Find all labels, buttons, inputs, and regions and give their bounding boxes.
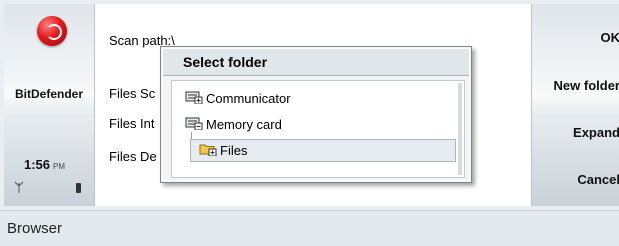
tree-item-label: Files xyxy=(220,143,247,158)
dialog-body: Select folder Communicator xyxy=(162,48,470,181)
folder-icon xyxy=(199,142,217,159)
files-infected-label: Files Int xyxy=(109,116,155,131)
status-bar: Browser xyxy=(0,210,619,246)
tree-item-label: Memory card xyxy=(206,117,282,132)
clock: 1:56PM xyxy=(24,157,65,172)
signal-icon-graphic xyxy=(14,181,24,193)
clock-ampm: PM xyxy=(53,162,65,171)
dialog-title: Select folder xyxy=(183,54,267,70)
softkey-panel: OK New folder Expand Cancel xyxy=(531,4,619,206)
drive-icon xyxy=(185,90,203,107)
tree-item-label: Communicator xyxy=(206,91,291,106)
app-panel: BitDefender 1:56PM xyxy=(4,4,95,206)
battery-icon xyxy=(76,183,81,193)
select-folder-dialog: Select folder Communicator xyxy=(160,46,472,183)
app-frame: BitDefender 1:56PM Scan path:\ Files Sc … xyxy=(0,0,619,210)
dialog-scrollbar[interactable] xyxy=(458,83,462,175)
tree-item-memory-card[interactable]: Memory card xyxy=(185,116,282,133)
files-scanned-label: Files Sc xyxy=(109,86,155,101)
cancel-button[interactable]: Cancel xyxy=(577,172,619,187)
signal-icon xyxy=(14,181,24,196)
clock-time: 1:56 xyxy=(24,157,50,172)
new-folder-button[interactable]: New folder xyxy=(554,78,619,93)
tree-item-files[interactable]: Files xyxy=(190,139,456,162)
files-deleted-label: Files De xyxy=(109,149,157,164)
bitdefender-logo-icon xyxy=(37,16,67,46)
status-text: Browser xyxy=(7,220,62,237)
ok-button[interactable]: OK xyxy=(601,30,619,45)
expand-button[interactable]: Expand xyxy=(573,125,619,140)
app-name: BitDefender xyxy=(4,87,94,101)
tree-item-communicator[interactable]: Communicator xyxy=(185,90,291,107)
dialog-title-bar: Select folder xyxy=(163,49,469,76)
folder-tree: Communicator Memory card xyxy=(171,80,465,178)
memory-card-icon xyxy=(185,116,203,133)
